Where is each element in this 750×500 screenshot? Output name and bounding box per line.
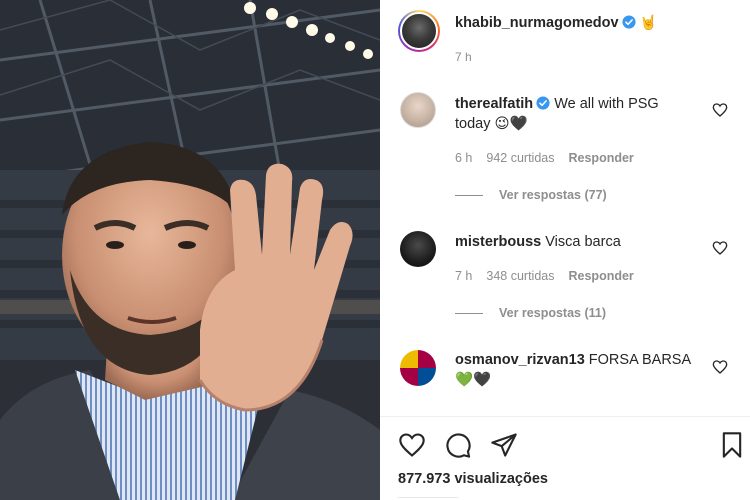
commenter-avatar[interactable] xyxy=(400,231,436,267)
comment-like-heart-icon[interactable] xyxy=(712,359,728,375)
share-icon[interactable] xyxy=(490,431,518,459)
comment-meta: 6 h 942 curtidas Responder xyxy=(455,151,648,165)
owner-emoji: 🤘 xyxy=(639,14,657,30)
commenter-avatar[interactable] xyxy=(400,92,436,128)
comment-like-heart-icon[interactable] xyxy=(712,240,728,256)
verified-badge-icon xyxy=(536,96,550,110)
post-sidebar: khabib_nurmagomedov 🤘 7 h therealfatih We… xyxy=(380,0,750,500)
commenter-avatar[interactable] xyxy=(400,350,436,386)
view-replies-label[interactable]: Ver respostas (77) xyxy=(499,188,607,202)
video-frame xyxy=(0,0,380,500)
comment-username[interactable]: therealfatih xyxy=(455,96,533,112)
view-replies-button[interactable]: Ver respostas (11) xyxy=(455,306,606,320)
video-player[interactable] xyxy=(0,0,380,500)
comment-body: Visca barca xyxy=(545,234,621,250)
comment-likes[interactable]: 942 curtidas xyxy=(486,151,554,165)
reply-button[interactable]: Responder xyxy=(569,151,634,165)
heart-icon[interactable] xyxy=(398,431,426,459)
comment-username[interactable]: osmanov_rizvan13 xyxy=(455,352,585,368)
replies-divider xyxy=(455,195,483,197)
post-header: khabib_nurmagomedov 🤘 7 h xyxy=(380,0,750,76)
comment-icon[interactable] xyxy=(444,431,472,459)
comment-likes[interactable]: 348 curtidas xyxy=(486,269,554,283)
post-time[interactable]: 7 h xyxy=(455,50,472,64)
verified-badge-icon xyxy=(622,15,636,29)
owner-avatar[interactable] xyxy=(398,10,440,52)
action-bar: 877.973 visualizações xyxy=(380,416,750,500)
comment-like-heart-icon[interactable] xyxy=(712,102,728,118)
comment-username[interactable]: misterbouss xyxy=(455,234,541,250)
comment-text-block: therealfatih We all with PSG today 😉🖤 xyxy=(455,94,695,134)
comment-meta: 7 h 348 curtidas Responder xyxy=(455,269,648,283)
reply-button[interactable]: Responder xyxy=(569,269,634,283)
owner-username-text[interactable]: khabib_nurmagomedov xyxy=(455,15,619,31)
view-replies-label[interactable]: Ver respostas (11) xyxy=(499,306,606,320)
comment-time[interactable]: 7 h xyxy=(455,269,472,283)
owner-username[interactable]: khabib_nurmagomedov 🤘 xyxy=(455,14,657,31)
replies-divider xyxy=(455,313,483,315)
view-count[interactable]: 877.973 visualizações xyxy=(398,471,548,487)
view-replies-button[interactable]: Ver respostas (77) xyxy=(455,188,607,202)
comment-text-block: osmanov_rizvan13 FORSA BARSA 💚🖤 xyxy=(455,350,695,390)
bookmark-icon[interactable] xyxy=(718,431,746,459)
comment-text-block: misterbouss Visca barca xyxy=(455,232,695,252)
comment-time[interactable]: 6 h xyxy=(455,151,472,165)
